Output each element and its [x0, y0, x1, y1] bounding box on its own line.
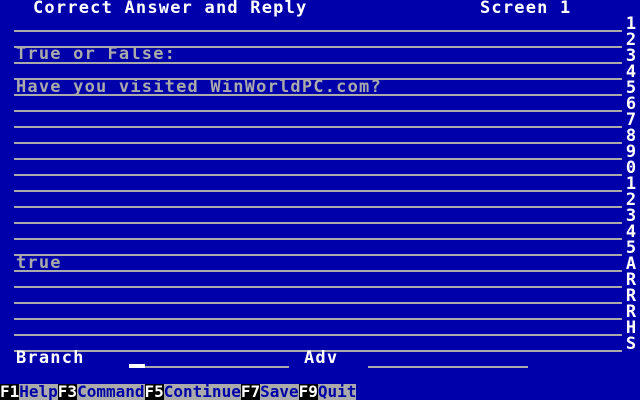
row-marker: S	[625, 334, 637, 354]
adv-field[interactable]	[368, 366, 528, 368]
fkey-label: Continue	[163, 382, 241, 400]
ruled-line	[14, 174, 622, 176]
text-cursor	[129, 364, 145, 368]
fkey-label: Help	[19, 382, 58, 400]
page-title: Correct Answer and Reply	[33, 0, 308, 18]
ruled-line	[14, 206, 622, 208]
screen-number: Screen 1	[480, 0, 572, 18]
fkey-save-button[interactable]: F7 Save	[240, 382, 299, 400]
function-key-bar: F1 Help F3 Command F5 Continue F7 Save F9 Quit	[0, 384, 640, 400]
answer-text[interactable]: true	[16, 255, 62, 272]
ruled-line	[14, 110, 622, 112]
ruled-line	[14, 286, 622, 288]
fkey-label: Save	[260, 382, 299, 400]
row-markers: 123456789012345ARRRHS	[622, 16, 640, 354]
ruled-line	[14, 30, 622, 32]
fkey-number: F9	[298, 382, 318, 400]
ruled-line	[14, 334, 622, 336]
fkey-number: F3	[57, 382, 78, 400]
branch-field[interactable]	[145, 366, 289, 368]
ruled-line	[14, 190, 622, 192]
ruled-line	[14, 238, 622, 240]
fkey-label: Quit	[317, 382, 357, 400]
ruled-line	[14, 142, 622, 144]
fkey-continue-button[interactable]: F5 Continue	[144, 382, 241, 400]
adv-label: Adv	[304, 348, 339, 368]
fkey-number: F5	[144, 382, 164, 400]
question-text[interactable]: Have you visited WinWorldPC.com?	[16, 79, 382, 96]
ruled-line	[14, 222, 622, 224]
fkey-label: Command	[77, 382, 145, 400]
ruled-line	[14, 158, 622, 160]
screen: Correct Answer and Reply Screen 1 123456…	[0, 0, 640, 400]
question-type-label: True or False:	[16, 44, 177, 64]
ruled-line	[14, 270, 622, 272]
ruled-line	[14, 126, 622, 128]
fkey-number: F7	[240, 382, 261, 400]
fkey-command-button[interactable]: F3 Command	[57, 382, 145, 400]
ruled-line	[14, 254, 622, 256]
fkey-help-button[interactable]: F1 Help	[0, 384, 58, 400]
ruled-line	[14, 302, 622, 304]
branch-label: Branch	[16, 348, 85, 368]
ruled-line	[14, 318, 622, 320]
fkey-number: F1	[0, 382, 20, 400]
fkey-quit-button[interactable]: F9 Quit	[298, 382, 357, 400]
